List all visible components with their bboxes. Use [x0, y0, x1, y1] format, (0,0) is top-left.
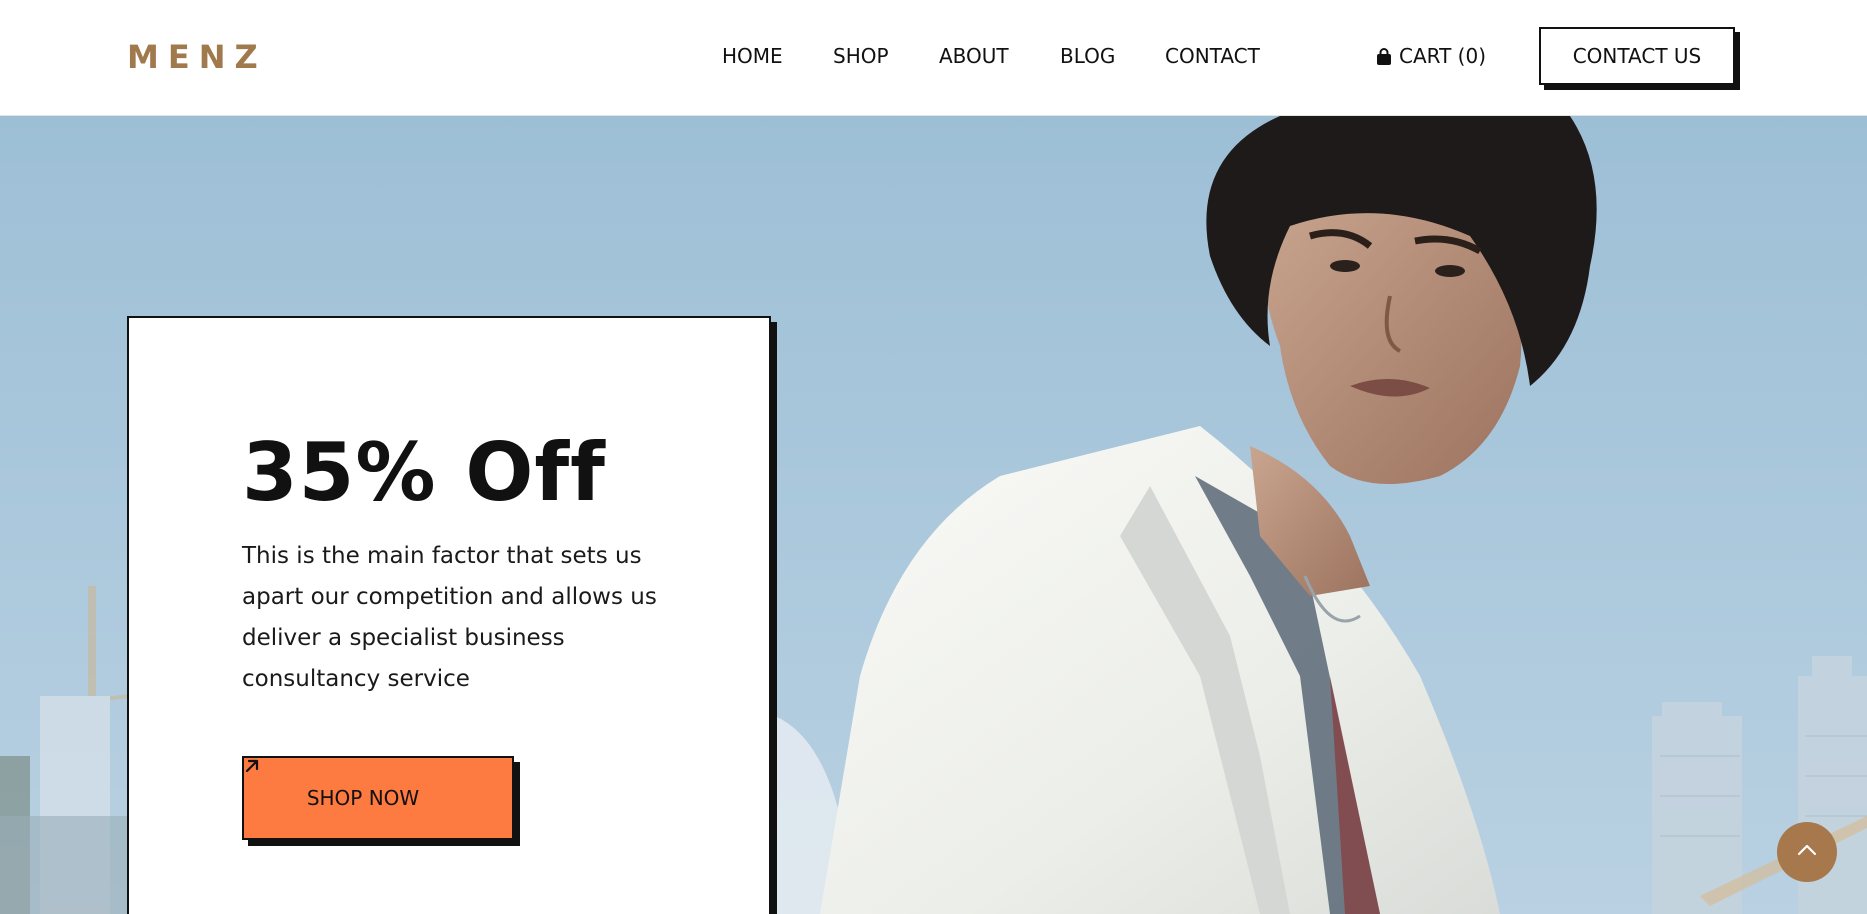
shop-now-button[interactable]: SHOP NOW	[242, 756, 514, 840]
arrow-up-right-icon	[245, 759, 449, 806]
nav-blog[interactable]: BLOG	[1060, 44, 1115, 68]
nav-contact[interactable]: CONTACT	[1165, 44, 1260, 68]
shop-now-label: SHOP NOW	[306, 786, 420, 810]
nav-shop[interactable]: SHOP	[833, 44, 889, 68]
nav-about[interactable]: ABOUT	[939, 44, 1009, 68]
site-header: MENZ HOME SHOP ABOUT BLOG CONTACT CART (…	[0, 0, 1867, 116]
nav-home[interactable]: HOME	[722, 44, 783, 68]
cart-link[interactable]: CART (0)	[1376, 44, 1486, 68]
promo-description: This is the main factor that sets us apa…	[242, 543, 657, 692]
contact-us-button[interactable]: CONTACT US	[1539, 27, 1735, 85]
shopping-bag-icon	[1376, 47, 1392, 65]
hero-section: 35% Off This is the main factor that set…	[0, 116, 1867, 914]
cart-label: CART (0)	[1399, 44, 1486, 68]
chevron-up-icon	[1797, 843, 1817, 861]
scroll-to-top-button[interactable]	[1777, 822, 1837, 882]
promo-title: 35% Off	[242, 426, 606, 519]
promo-card: 35% Off This is the main factor that set…	[127, 316, 771, 914]
logo[interactable]: MENZ	[127, 38, 267, 76]
